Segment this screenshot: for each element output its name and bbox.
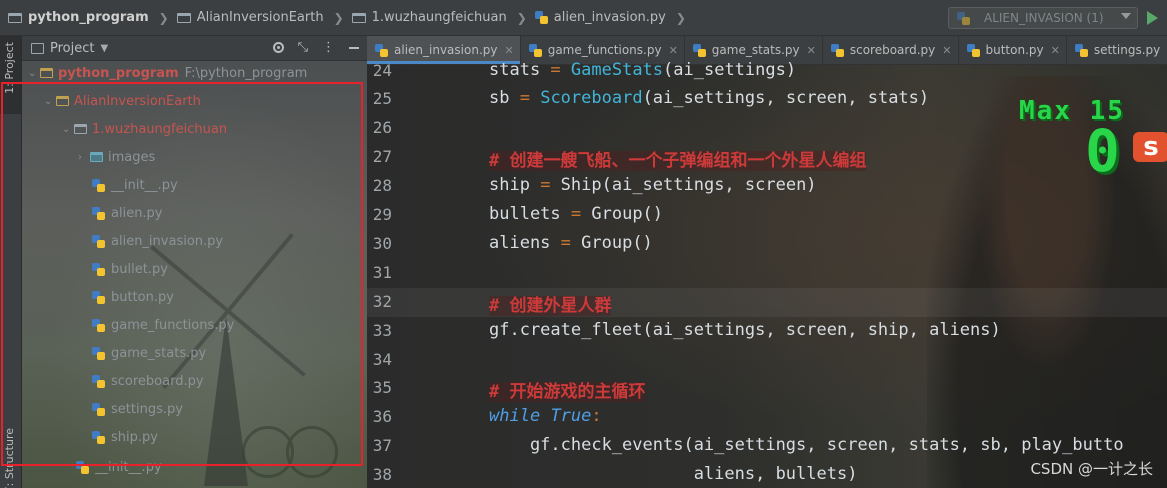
run-configuration-select[interactable]: ALIEN_INVASION (1) <box>948 7 1138 29</box>
line-number: 33 <box>372 321 392 340</box>
highlight-box <box>1 82 363 466</box>
tab-settings[interactable]: settings.py ✕ <box>1067 36 1167 64</box>
line-number: 32 <box>372 292 392 311</box>
tab-button[interactable]: button.py ✕ <box>959 36 1067 64</box>
python-file-icon <box>692 43 706 57</box>
folder-icon <box>8 12 22 23</box>
close-icon[interactable]: ✕ <box>1051 44 1060 57</box>
code-editor: alien_invasion.py ✕ game_functions.py ✕ … <box>367 36 1167 488</box>
line-number: 27 <box>372 147 392 166</box>
locate-file-icon[interactable] <box>272 42 284 53</box>
code-line-24: stats = GameStats(ai_settings) <box>489 60 797 80</box>
python-file-icon <box>375 43 388 57</box>
tree-node-root[interactable]: ⌄ python_program F:\python_program <box>28 63 307 83</box>
breadcrumb-item-project[interactable]: python_program <box>8 10 149 25</box>
code-line-38: aliens, bullets) <box>489 464 858 484</box>
code-line-30: aliens = Group() <box>489 233 653 253</box>
line-number: 24 <box>372 61 392 80</box>
line-number: 26 <box>372 118 392 137</box>
code-line-33: gf.create_fleet(ai_settings, screen, shi… <box>489 320 1001 340</box>
line-number: 25 <box>372 89 392 108</box>
tab-scoreboard[interactable]: scoreboard.py ✕ <box>823 36 959 64</box>
current-line-highlight <box>367 288 1167 317</box>
line-number: 37 <box>372 436 392 455</box>
hide-panel-icon[interactable] <box>349 46 359 49</box>
csdn-watermark: CSDN @一计之长 <box>1030 460 1153 478</box>
code-line-37: gf.check_events(ai_settings, screen, sta… <box>489 435 1124 455</box>
run-icon[interactable] <box>1147 11 1158 25</box>
close-icon[interactable]: ✕ <box>669 44 678 57</box>
line-number: 34 <box>372 350 392 369</box>
line-number: 36 <box>372 407 392 426</box>
breadcrumb-item-wuzhaungfeichuan[interactable]: 1.wuzhaungfeichuan <box>351 10 507 25</box>
breadcrumb-item-file[interactable]: alien_invasion.py <box>534 10 666 25</box>
python-file-icon <box>528 43 542 57</box>
line-number: 29 <box>372 205 392 224</box>
line-number: 35 <box>372 378 392 397</box>
folder-icon <box>40 68 53 78</box>
line-number: 31 <box>372 263 392 282</box>
line-number: 38 <box>372 465 392 484</box>
close-icon[interactable]: ✕ <box>807 44 816 57</box>
python-file-icon <box>1074 43 1088 57</box>
chevron-right-icon: ❯ <box>516 10 527 25</box>
project-icon <box>31 42 44 54</box>
python-file-icon <box>966 43 980 57</box>
project-view-select[interactable]: Project <box>50 41 94 56</box>
python-file-icon <box>534 11 548 24</box>
navigation-bar: python_program ❯ AlianInversionEarth ❯ 1… <box>0 0 1167 36</box>
score-art: 0 <box>1085 117 1120 185</box>
code-line-27: # 创建一艘飞船、一个子弹编组和一个外星人编组 <box>489 151 867 171</box>
code-line-36: while True: <box>489 406 602 426</box>
ide-window: python_program ❯ AlianInversionEarth ❯ 1… <box>0 0 1167 488</box>
collapse-all-icon[interactable]: ⤡ <box>298 40 308 55</box>
chevron-down-icon[interactable]: ▼ <box>100 43 108 54</box>
code-line-25: sb = Scoreboard(ai_settings, screen, sta… <box>489 88 930 108</box>
code-line-32: # 创建外星人群 <box>489 296 612 316</box>
s-badge-art: s <box>1133 132 1167 162</box>
chevron-right-icon: ❯ <box>333 10 344 25</box>
breadcrumb-item-alianinversionearth[interactable]: AlianInversionEarth <box>176 10 324 25</box>
close-icon[interactable]: ✕ <box>942 44 951 57</box>
python-file-icon <box>957 11 970 25</box>
line-number: 30 <box>372 234 392 253</box>
line-number: 28 <box>372 176 392 195</box>
chevron-down-icon <box>1121 13 1131 19</box>
close-icon[interactable]: ✕ <box>504 44 513 57</box>
options-icon[interactable]: ⋮ <box>322 40 335 55</box>
folder-icon <box>176 12 191 23</box>
folder-icon <box>351 12 366 23</box>
chevron-right-icon: ❯ <box>675 10 686 25</box>
chevron-down-icon: ⌄ <box>28 67 37 79</box>
code-line-35: # 开始游戏的主循环 <box>489 382 646 402</box>
code-line-29: bullets = Group() <box>489 204 664 224</box>
chevron-right-icon: ❯ <box>158 10 169 25</box>
portrait-background <box>927 76 1167 488</box>
code-line-28: ship = Ship(ai_settings, screen) <box>489 175 817 195</box>
project-panel-header: Project ▼ ⤡ ⋮ <box>22 36 367 61</box>
python-file-icon <box>830 43 844 57</box>
